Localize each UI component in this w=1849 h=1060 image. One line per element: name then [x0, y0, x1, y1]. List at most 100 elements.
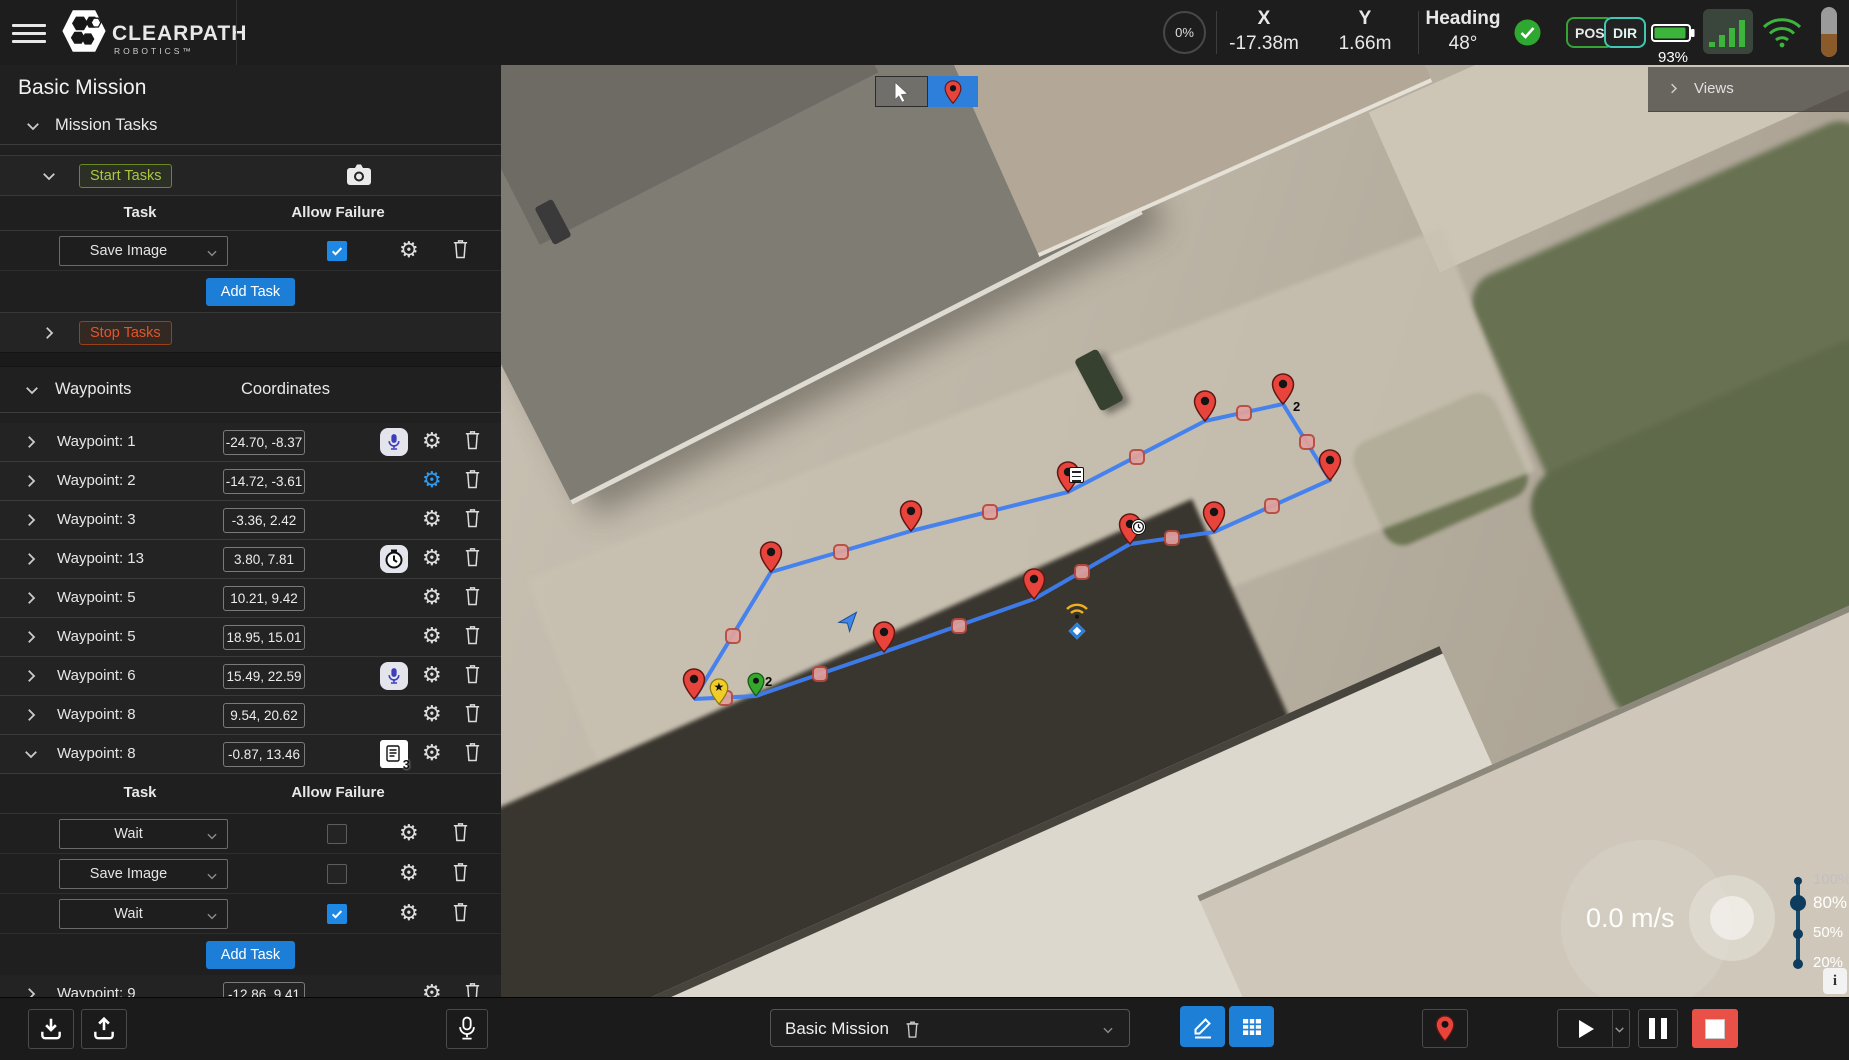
- waypoint-pin[interactable]: [1118, 513, 1142, 545]
- chevron-down-icon[interactable]: [22, 745, 40, 763]
- path-midpoint-handle[interactable]: [1236, 405, 1252, 421]
- zoom-scale-dot-50[interactable]: [1793, 929, 1803, 939]
- task-type-select[interactable]: Wait: [59, 899, 228, 929]
- waypoint-pin[interactable]: [1318, 449, 1342, 481]
- task-type-select[interactable]: Save Image: [59, 236, 228, 266]
- settings-gear-icon[interactable]: ⚙: [422, 626, 442, 648]
- wifi-waypoint-marker[interactable]: [1064, 602, 1090, 637]
- trash-icon[interactable]: [463, 741, 482, 767]
- microphone-button[interactable]: [446, 1009, 488, 1049]
- trash-icon[interactable]: [451, 861, 470, 887]
- zoom-scale-label[interactable]: 80%: [1813, 893, 1847, 913]
- settings-gear-icon[interactable]: ⚙: [399, 823, 419, 845]
- waypoint-coordinates[interactable]: 15.49, 22.59: [223, 664, 305, 689]
- path-midpoint-handle[interactable]: [812, 666, 828, 682]
- zoom-scale-dot-20[interactable]: [1793, 959, 1803, 969]
- trash-icon[interactable]: [463, 507, 482, 533]
- select-cursor-tool-button[interactable]: [875, 76, 928, 107]
- mission-tasks-header[interactable]: Mission Tasks: [0, 108, 501, 145]
- chevron-right-icon[interactable]: [22, 550, 40, 568]
- dock-star-pin[interactable]: ★: [709, 678, 729, 710]
- trash-icon[interactable]: [463, 702, 482, 728]
- settings-gear-icon[interactable]: ⚙: [399, 240, 419, 262]
- settings-gear-icon[interactable]: ⚙: [422, 665, 442, 687]
- chevron-right-icon[interactable]: [22, 511, 40, 529]
- play-mission-button[interactable]: [1557, 1009, 1630, 1048]
- waypoint-coordinates[interactable]: 10.21, 9.42: [223, 586, 305, 611]
- menu-icon[interactable]: [12, 19, 46, 45]
- waypoints-header[interactable]: Waypoints Coordinates: [0, 367, 501, 413]
- start-waypoint-pin[interactable]: 2: [747, 672, 765, 702]
- start-tasks-button[interactable]: Start Tasks: [79, 164, 172, 188]
- waypoint-coordinates[interactable]: -12.86, 9.41: [223, 982, 305, 997]
- settings-gear-icon[interactable]: ⚙: [422, 743, 442, 765]
- path-midpoint-handle[interactable]: [982, 504, 998, 520]
- chevron-right-icon[interactable]: [22, 706, 40, 724]
- settings-gear-icon[interactable]: ⚙: [422, 548, 442, 570]
- settings-gear-icon[interactable]: ⚙: [422, 431, 442, 453]
- chevron-right-icon[interactable]: [22, 589, 40, 607]
- chevron-right-icon[interactable]: [40, 324, 58, 342]
- add-waypoint-tool-button[interactable]: [928, 76, 978, 107]
- waypoint-coordinates[interactable]: -0.87, 13.46: [223, 742, 305, 767]
- waypoint-coordinates[interactable]: -3.36, 2.42: [223, 508, 305, 533]
- waypoint-pin[interactable]: [899, 500, 923, 532]
- trash-icon[interactable]: [463, 981, 482, 997]
- chevron-down-icon[interactable]: [40, 167, 58, 185]
- trash-icon[interactable]: [463, 429, 482, 455]
- chevron-right-icon[interactable]: [22, 667, 40, 685]
- download-mission-button[interactable]: [28, 1009, 74, 1049]
- path-midpoint-handle[interactable]: [1164, 530, 1180, 546]
- trash-icon[interactable]: [904, 1019, 921, 1044]
- allow-failure-checkbox[interactable]: [327, 864, 347, 884]
- settings-gear-icon[interactable]: ⚙: [399, 863, 419, 885]
- trash-icon[interactable]: [463, 468, 482, 494]
- waypoint-coordinates[interactable]: 18.95, 15.01: [223, 625, 305, 650]
- trash-icon[interactable]: [463, 585, 482, 611]
- info-button[interactable]: i: [1823, 968, 1847, 994]
- path-midpoint-handle[interactable]: [1264, 498, 1280, 514]
- upload-mission-button[interactable]: [81, 1009, 127, 1049]
- grid-view-button[interactable]: [1229, 1006, 1274, 1047]
- waypoint-coordinates[interactable]: -24.70, -8.37: [223, 430, 305, 455]
- waypoint-pin[interactable]: [759, 541, 783, 573]
- add-task-button[interactable]: Add Task: [206, 941, 295, 969]
- chevron-down-icon[interactable]: [23, 381, 41, 399]
- add-task-button[interactable]: Add Task: [206, 278, 295, 306]
- waypoint-coordinates[interactable]: -14.72, -3.61: [223, 469, 305, 494]
- settings-gear-icon[interactable]: ⚙: [422, 509, 442, 531]
- waypoint-pin[interactable]: [682, 668, 706, 700]
- stop-mission-button[interactable]: [1692, 1009, 1738, 1048]
- trash-icon[interactable]: [463, 546, 482, 572]
- trash-icon[interactable]: [463, 624, 482, 650]
- path-midpoint-handle[interactable]: [1074, 564, 1090, 580]
- waypoint-marker-button[interactable]: [1422, 1009, 1468, 1048]
- chevron-right-icon[interactable]: [22, 472, 40, 490]
- waypoint-coordinates[interactable]: 3.80, 7.81: [223, 547, 305, 572]
- zoom-scale-track[interactable]: [1796, 877, 1800, 964]
- chevron-down-icon[interactable]: [1613, 1023, 1626, 1041]
- trash-icon[interactable]: [451, 238, 470, 264]
- task-type-select[interactable]: Save Image: [59, 859, 228, 889]
- zoom-scale-label[interactable]: 100%: [1813, 871, 1849, 888]
- waypoint-pin[interactable]: [1193, 390, 1217, 422]
- waypoint-pin[interactable]: [1056, 461, 1080, 493]
- stop-tasks-button[interactable]: Stop Tasks: [79, 321, 172, 345]
- task-type-select[interactable]: Wait: [59, 819, 228, 849]
- settings-gear-icon[interactable]: ⚙: [422, 983, 442, 997]
- path-midpoint-handle[interactable]: [1129, 449, 1145, 465]
- allow-failure-checkbox[interactable]: [327, 904, 347, 924]
- chevron-down-icon[interactable]: [24, 117, 42, 135]
- path-midpoint-handle[interactable]: [1299, 434, 1315, 450]
- settings-gear-icon[interactable]: ⚙: [422, 587, 442, 609]
- settings-gear-icon[interactable]: ⚙: [422, 704, 442, 726]
- path-midpoint-handle[interactable]: [725, 628, 741, 644]
- chevron-right-icon[interactable]: [1666, 81, 1684, 99]
- edit-mission-button[interactable]: [1180, 1006, 1225, 1047]
- chevron-right-icon[interactable]: [22, 628, 40, 646]
- chevron-right-icon[interactable]: [22, 985, 40, 997]
- path-midpoint-handle[interactable]: [833, 544, 849, 560]
- waypoint-pin[interactable]: [1202, 501, 1226, 533]
- waypoint-pin[interactable]: 2: [1271, 373, 1295, 405]
- zoom-scale-handle-80[interactable]: [1790, 895, 1806, 911]
